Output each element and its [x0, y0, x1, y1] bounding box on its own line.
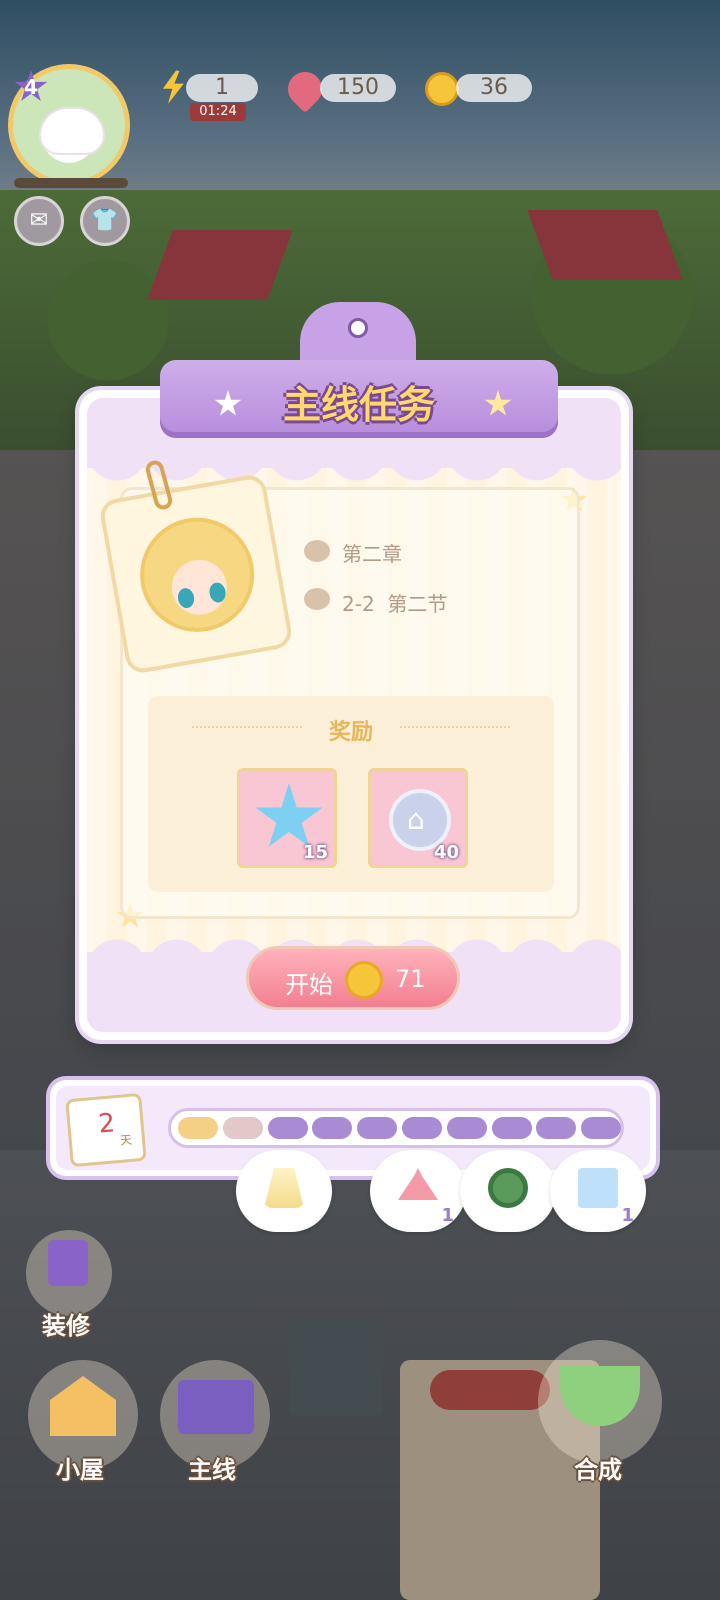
reward-panel: 奖励 — [148, 696, 554, 892]
main-quest-label: 主线 — [188, 1456, 236, 1484]
merge-button[interactable] — [538, 1340, 662, 1464]
green-bracelet-icon — [488, 1168, 528, 1208]
progress-segment — [267, 1117, 308, 1139]
paw-icon — [304, 540, 330, 562]
hanger-hole — [348, 318, 368, 338]
envelope-icon: ✉ — [29, 208, 49, 233]
reward-item[interactable]: ⌂ 40 — [368, 768, 468, 868]
progress-segment — [312, 1117, 353, 1139]
progress-segment — [491, 1117, 532, 1139]
eye — [176, 586, 196, 610]
eye — [207, 581, 228, 604]
xp-bar — [14, 178, 128, 188]
milestone-count: 1 — [621, 1205, 634, 1226]
reward-item[interactable]: 15 — [237, 768, 337, 868]
start-cost: 71 — [395, 965, 426, 993]
wardrobe-button[interactable]: 👕 — [80, 196, 130, 246]
progress-segment — [402, 1117, 442, 1139]
reward-count: 15 — [302, 842, 328, 863]
brush-icon — [48, 1240, 88, 1286]
progress-segment — [581, 1117, 622, 1139]
merge-label: 合成 — [574, 1456, 622, 1484]
progress-segment — [357, 1117, 398, 1139]
mail-button[interactable]: ✉ — [14, 196, 64, 246]
book-icon — [178, 1380, 254, 1434]
milestone-reward[interactable] — [236, 1150, 332, 1232]
character-face — [131, 508, 264, 641]
start-button[interactable]: 开始 71 — [246, 946, 460, 1010]
energy-counter[interactable]: 1 — [186, 74, 258, 102]
chapter-label: 第二章 — [342, 542, 402, 566]
house-icon — [50, 1376, 116, 1436]
milestone-reward[interactable]: 1 — [550, 1150, 646, 1232]
days-count: 2 — [97, 1108, 117, 1140]
milestone-reward[interactable]: 1 — [370, 1150, 466, 1232]
gem-counter[interactable]: 150 — [320, 74, 396, 102]
milestone-reward[interactable] — [460, 1150, 556, 1232]
coin-counter[interactable]: 36 — [456, 74, 532, 102]
house-label: 小屋 — [56, 1456, 104, 1484]
milestone-count: 1 — [441, 1205, 454, 1226]
character-portrait — [97, 472, 295, 676]
reward-count: 40 — [433, 842, 459, 863]
energy-timer: 01:24 — [190, 103, 246, 121]
days-unit: 天 — [119, 1132, 133, 1148]
decorate-label: 装修 — [42, 1312, 90, 1340]
teacup-icon — [560, 1366, 640, 1426]
progress-segment — [178, 1117, 218, 1139]
cat-icon — [41, 109, 103, 153]
shirt-icon: 👕 — [91, 208, 119, 233]
progress-segment — [222, 1117, 263, 1139]
start-label: 开始 — [285, 971, 333, 999]
gold-coin-icon — [425, 72, 459, 106]
paw-icon — [304, 588, 330, 610]
reward-title: 奖励 — [148, 714, 554, 746]
shopping-bag-icon — [578, 1168, 618, 1208]
progress-segment — [536, 1117, 577, 1139]
progress-segment — [446, 1117, 487, 1139]
hanger-icon — [398, 1168, 438, 1200]
gold-coin-icon — [345, 961, 383, 999]
decorate-button[interactable] — [26, 1230, 112, 1316]
calendar-icon: 2 天 — [65, 1092, 147, 1168]
skirt-icon — [264, 1168, 304, 1208]
section-label: 2-2 第二节 — [342, 592, 448, 616]
